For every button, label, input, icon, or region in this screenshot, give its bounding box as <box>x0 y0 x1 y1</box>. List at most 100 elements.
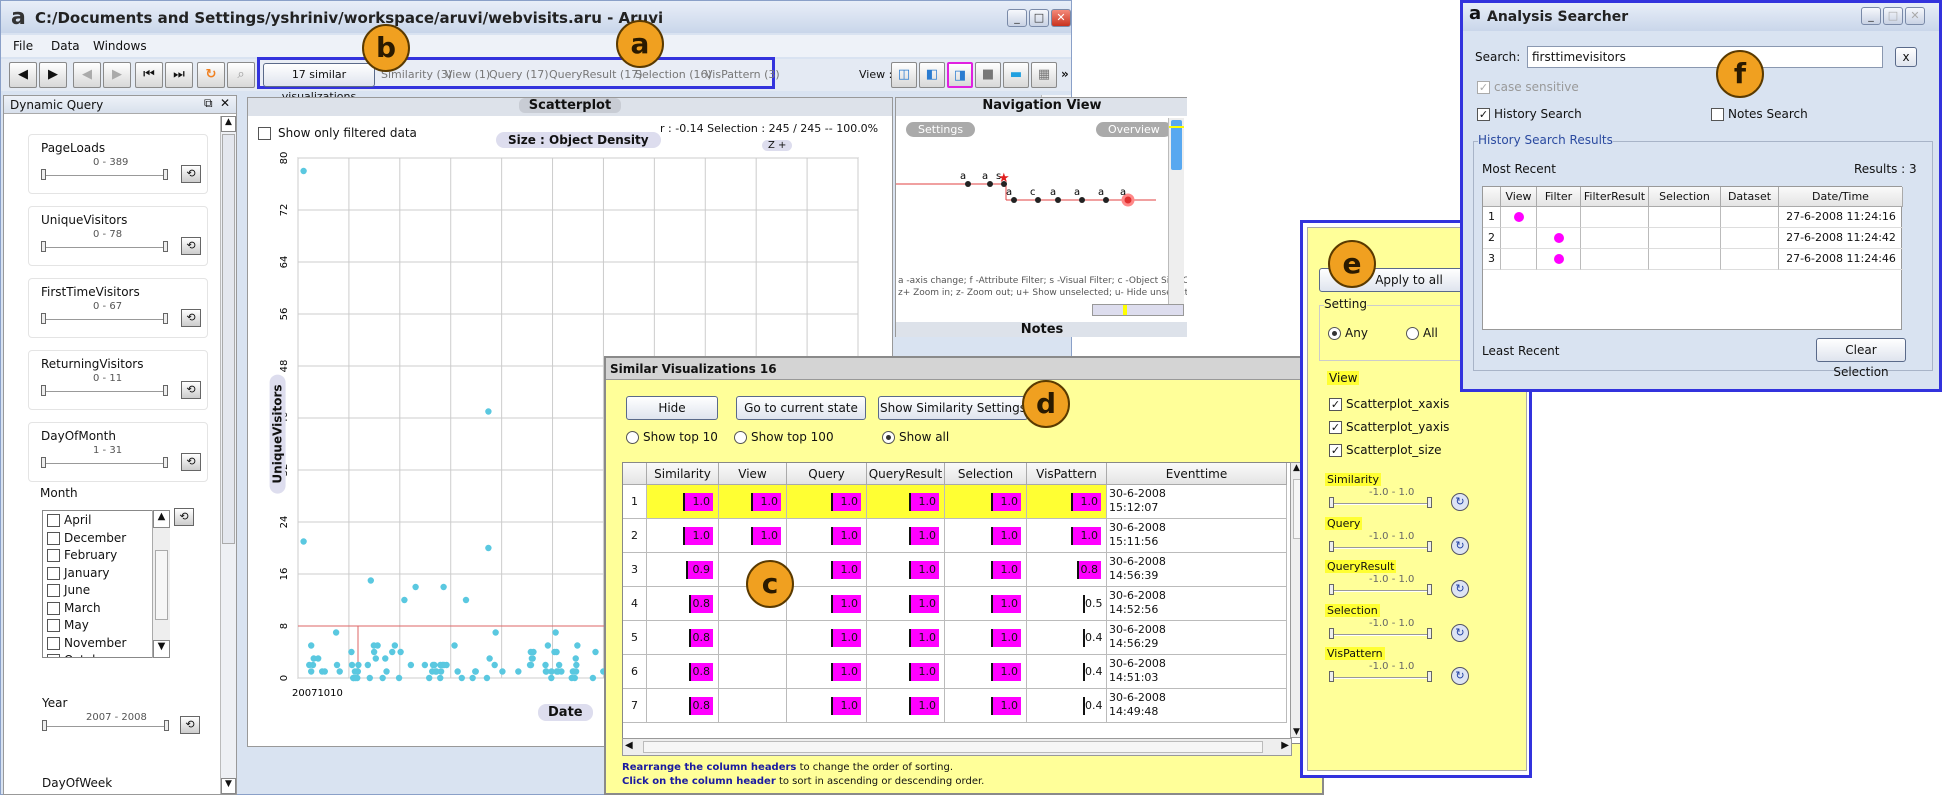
scatter-point[interactable] <box>364 661 372 669</box>
similar-table-row[interactable]: 5 0.8 1.0 1.0 1.0 0.4 30-6-2008 14:56:29 <box>623 621 1305 655</box>
searcher-minimize-button[interactable]: _ <box>1861 7 1881 25</box>
dq-slider-max-knob[interactable] <box>163 313 168 324</box>
history-search-checkbox[interactable]: ✓ History Search <box>1477 107 1582 121</box>
column-header[interactable]: Selection <box>945 463 1027 485</box>
month-checkbox[interactable] <box>47 566 60 580</box>
similar-table-row[interactable]: 7 0.8 1.0 1.0 1.0 0.4 30-6-2008 14:49:48 <box>623 689 1305 723</box>
hide-button[interactable]: Hide <box>626 396 718 420</box>
radio-any[interactable]: Any <box>1328 326 1368 340</box>
scatter-point[interactable] <box>389 648 396 656</box>
month-checkbox[interactable] <box>47 619 60 632</box>
scatter-point[interactable] <box>553 648 560 656</box>
setting-slider-track[interactable] <box>1331 633 1431 636</box>
dq-slider-max-knob[interactable] <box>163 457 168 468</box>
month-item[interactable]: January <box>47 566 110 580</box>
search-result-row[interactable]: 1 27-6-2008 11:24:16 <box>1483 207 1903 228</box>
dynamic-query-scrollbar[interactable]: ▲ ▼ <box>220 116 236 794</box>
size-encoding-control[interactable]: Size : Object Density <box>496 132 661 148</box>
scatter-point[interactable] <box>440 583 447 591</box>
tab-query[interactable]: Query (17) <box>489 68 549 81</box>
scatter-point[interactable] <box>429 668 436 675</box>
nav-overview-button[interactable]: Overview <box>1096 122 1172 137</box>
scatter-point[interactable] <box>401 596 408 604</box>
similar-table-row[interactable]: 3 0.9 1.0 1.0 1.0 0.8 30-6-2008 14:56:39 <box>623 553 1305 587</box>
similar-table-row[interactable]: 4 0.8 1.0 1.0 1.0 0.5 30-6-2008 14:52:56 <box>623 587 1305 621</box>
checkbox[interactable]: ✓ <box>1329 444 1342 457</box>
similar-visualizations-button[interactable]: 17 similar visualizations <box>263 63 375 103</box>
scatter-point[interactable] <box>486 655 493 662</box>
back-icon[interactable]: ◀ <box>9 62 37 88</box>
dq-slider-min-knob[interactable] <box>41 169 46 180</box>
tab-view[interactable]: View (1) <box>445 68 490 81</box>
show-similarity-settings-button[interactable]: Show Similarity Settings <box>878 396 1028 420</box>
layout-2-icon[interactable]: ◧ <box>919 62 945 88</box>
scatter-point[interactable] <box>314 655 322 662</box>
notes-search-checkbox[interactable]: Notes Search <box>1711 107 1808 121</box>
month-item[interactable]: October <box>47 653 112 657</box>
month-item[interactable]: December <box>47 531 126 545</box>
scatter-point[interactable] <box>544 642 552 649</box>
panel-close-icon[interactable]: ✕ <box>220 96 230 110</box>
scatter-point[interactable] <box>412 583 419 591</box>
checkbox[interactable]: ✓ <box>1329 421 1342 434</box>
dq-slider-min-knob[interactable] <box>41 457 46 468</box>
month-checkbox[interactable] <box>47 584 60 597</box>
tab-queryresult[interactable]: QueryResult (17) <box>549 68 643 81</box>
scatter-point[interactable] <box>515 668 522 675</box>
view-attribute-checkbox[interactable]: ✓ Scatterplot_xaxis <box>1329 397 1449 411</box>
x-axis-label[interactable]: Date <box>538 704 593 721</box>
month-checkbox[interactable] <box>47 601 60 615</box>
clear-selection-button[interactable]: Clear Selection <box>1816 338 1906 379</box>
dq-reset-icon[interactable]: ⟲ <box>181 309 201 327</box>
scatter-point[interactable] <box>300 167 307 175</box>
scatter-point[interactable] <box>321 668 328 675</box>
search-result-row[interactable]: 2 27-6-2008 11:24:42 <box>1483 228 1903 249</box>
panel-float-icon[interactable]: ⧉ <box>204 96 213 111</box>
scatter-point[interactable] <box>483 674 491 682</box>
more-icon[interactable]: » <box>1061 67 1069 81</box>
view-attribute-checkbox[interactable]: ✓ Scatterplot_yaxis <box>1329 420 1449 434</box>
menu-windows[interactable]: Windows <box>93 39 147 53</box>
setting-slider-max-knob[interactable] <box>1427 627 1432 639</box>
scatter-point[interactable] <box>431 661 438 669</box>
month-item[interactable]: April <box>47 513 91 527</box>
scatter-point[interactable] <box>372 655 379 662</box>
dq-reset-icon[interactable]: ⟲ <box>181 165 201 183</box>
nav-settings-button[interactable]: Settings <box>906 122 976 137</box>
results-column-header[interactable]: Filter <box>1537 187 1581 207</box>
month-item[interactable]: November <box>47 636 126 650</box>
dq-slider-track[interactable] <box>43 247 167 249</box>
tab-vispattern[interactable]: VisPattern (3) <box>705 68 780 81</box>
setting-slider-min-knob[interactable] <box>1329 497 1334 508</box>
scatter-point[interactable] <box>542 668 550 675</box>
scatter-point[interactable] <box>499 668 506 675</box>
menu-data[interactable]: Data <box>51 39 80 53</box>
results-column-header[interactable]: Date/Time <box>1779 187 1903 207</box>
scatter-point[interactable] <box>336 668 343 675</box>
radio-top-10[interactable]: Show top 10 <box>626 430 718 444</box>
scatter-point[interactable] <box>451 642 458 649</box>
year-reset-icon[interactable]: ⟲ <box>180 716 200 734</box>
setting-slider-min-knob[interactable] <box>1329 584 1334 595</box>
last-icon[interactable]: ⏭ <box>165 62 193 88</box>
dq-reset-icon[interactable]: ⟲ <box>181 381 201 399</box>
similar-table-hscroll[interactable]: ◀ ▶ <box>622 738 1292 756</box>
results-column-header[interactable]: FilterResult <box>1581 187 1649 207</box>
results-column-header[interactable]: Selection <box>1649 187 1721 207</box>
search-input[interactable]: firsttimevisitors <box>1527 46 1883 68</box>
scatter-point[interactable] <box>592 648 599 656</box>
year-slider-min-knob[interactable] <box>42 720 47 731</box>
results-column-header[interactable]: View <box>1501 187 1537 207</box>
scatter-point[interactable] <box>528 655 536 662</box>
step-back-icon[interactable]: ◀ <box>73 62 101 88</box>
setting-slider-track[interactable] <box>1331 546 1431 549</box>
setting-slider-track[interactable] <box>1331 590 1431 592</box>
dq-reset-icon[interactable]: ⟲ <box>181 237 201 255</box>
setting-slider-max-knob[interactable] <box>1427 671 1432 682</box>
scatter-point[interactable] <box>300 538 307 545</box>
close-button[interactable]: ✕ <box>1051 9 1071 27</box>
dq-slider-max-knob[interactable] <box>163 169 168 180</box>
scatter-point[interactable] <box>333 661 341 669</box>
scatter-point[interactable] <box>348 648 355 656</box>
month-checkbox[interactable] <box>47 531 60 545</box>
